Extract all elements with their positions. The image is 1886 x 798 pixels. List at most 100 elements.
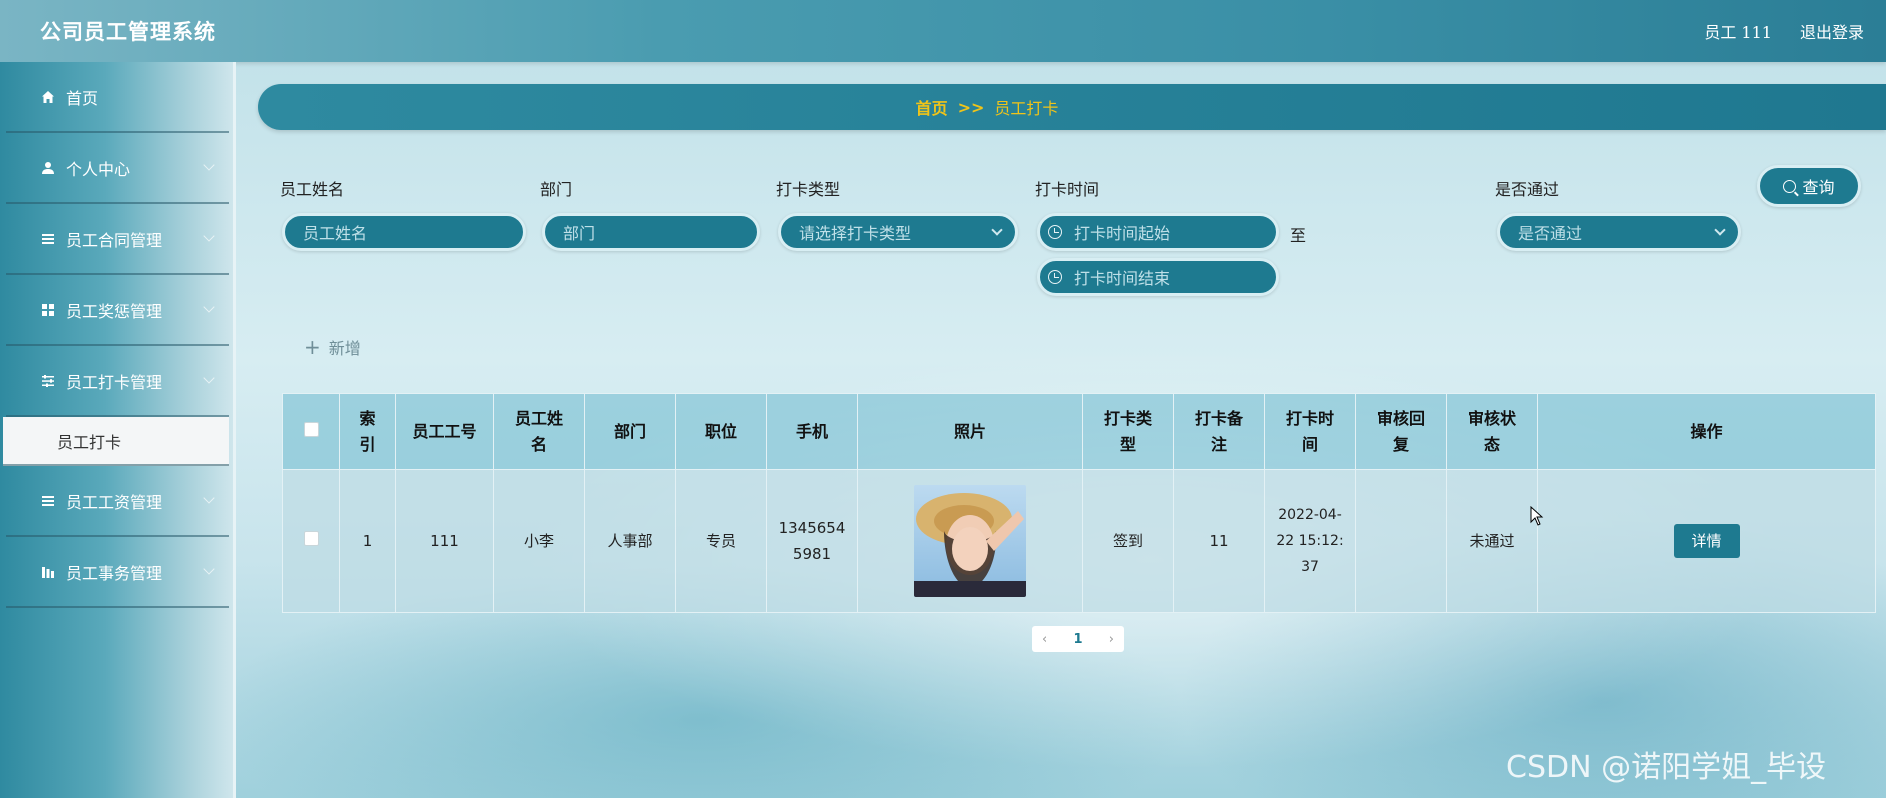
top-bar: 公司员工管理系统 员工 111 退出登录 bbox=[0, 0, 1886, 62]
cell-remark: 11 bbox=[1173, 469, 1265, 613]
select-all-checkbox[interactable] bbox=[303, 421, 319, 437]
table-row: 1 111 小李 人事部 专员 13456545981 签到 11 2022-0… bbox=[282, 469, 1876, 613]
breadcrumb: 首页 >> 员工打卡 bbox=[258, 84, 1886, 130]
list-icon bbox=[40, 493, 56, 509]
time-start-picker[interactable]: 打卡时间起始 bbox=[1037, 213, 1279, 251]
mouse-cursor-icon bbox=[1530, 506, 1544, 526]
column-header[interactable]: 手机 bbox=[766, 393, 858, 470]
add-button[interactable]: + 新增 bbox=[304, 335, 361, 359]
passed-placeholder: 是否通过 bbox=[1518, 224, 1583, 243]
sidebar-item-affairs[interactable]: 员工事务管理 bbox=[6, 537, 229, 608]
chevron-down-icon bbox=[203, 492, 215, 504]
time-start-placeholder: 打卡时间起始 bbox=[1074, 224, 1171, 243]
prev-page-button[interactable]: ‹ bbox=[1042, 632, 1047, 647]
cell-actions: 详情 bbox=[1537, 469, 1876, 613]
clock-icon bbox=[1048, 225, 1062, 239]
sidebar-item-checkin-mgmt[interactable]: 员工打卡管理 bbox=[6, 346, 229, 417]
page-number[interactable]: 1 bbox=[1073, 632, 1082, 647]
sidebar-item-label: 员工奖惩管理 bbox=[66, 301, 163, 321]
sidebar-item-label: 个人中心 bbox=[66, 159, 131, 179]
dept-search-placeholder: 部门 bbox=[563, 224, 596, 243]
column-header[interactable]: 职位 bbox=[675, 393, 767, 470]
search-button[interactable]: 查询 bbox=[1757, 165, 1861, 207]
grid-icon bbox=[40, 302, 56, 318]
breadcrumb-home[interactable]: 首页 bbox=[916, 95, 948, 119]
cell-name: 小李 bbox=[493, 469, 585, 613]
chevron-down-icon bbox=[991, 224, 1003, 236]
dept-filter-label: 部门 bbox=[540, 180, 573, 199]
sidebar-subitem-checkin[interactable]: 员工打卡 bbox=[3, 417, 229, 466]
chevron-down-icon bbox=[203, 230, 215, 242]
name-filter-label: 员工姓名 bbox=[280, 180, 345, 199]
cell-position: 专员 bbox=[675, 469, 767, 613]
chevron-down-icon bbox=[203, 563, 215, 575]
sidebar-item-reward[interactable]: 员工奖惩管理 bbox=[6, 275, 229, 346]
sidebar-item-label: 员工事务管理 bbox=[66, 563, 163, 583]
column-header[interactable]: 员工工号 bbox=[395, 393, 494, 470]
sidebar-item-label: 首页 bbox=[66, 88, 99, 108]
sliders-icon bbox=[40, 373, 56, 389]
row-checkbox[interactable] bbox=[303, 531, 319, 546]
table-header-row: 索引 员工工号 员工姓名 部门 职位 手机 照片 打卡类型 打卡备注 打卡时间 … bbox=[282, 393, 1876, 470]
topbar-right: 员工 111 退出登录 bbox=[1704, 19, 1864, 43]
sidebar-item-label: 员工工资管理 bbox=[66, 492, 163, 512]
cell-photo bbox=[857, 469, 1083, 613]
breadcrumb-separator: >> bbox=[957, 97, 985, 117]
time-end-picker[interactable]: 打卡时间结束 bbox=[1037, 258, 1279, 296]
row-select-cell bbox=[282, 469, 340, 613]
column-header[interactable]: 打卡类型 bbox=[1082, 393, 1174, 470]
time-end-placeholder: 打卡时间结束 bbox=[1074, 269, 1171, 288]
type-filter-label: 打卡类型 bbox=[776, 180, 841, 199]
column-header: 操作 bbox=[1537, 393, 1876, 470]
add-button-label: 新增 bbox=[328, 339, 361, 358]
column-header[interactable]: 审核状态 bbox=[1446, 393, 1538, 470]
select-all-cell bbox=[282, 393, 340, 470]
column-header[interactable]: 打卡备注 bbox=[1173, 393, 1265, 470]
cell-reply bbox=[1355, 469, 1447, 613]
sidebar-item-home[interactable]: 首页 bbox=[6, 62, 229, 133]
chevron-down-icon bbox=[203, 372, 215, 384]
next-page-button[interactable]: › bbox=[1109, 632, 1114, 647]
plus-icon: + bbox=[304, 335, 321, 359]
cell-index: 1 bbox=[339, 469, 396, 613]
clock-icon bbox=[1048, 270, 1062, 284]
checkin-table: 索引 员工工号 员工姓名 部门 职位 手机 照片 打卡类型 打卡备注 打卡时间 … bbox=[282, 393, 1876, 613]
sidebar-item-salary[interactable]: 员工工资管理 bbox=[6, 466, 229, 537]
column-header[interactable]: 打卡时间 bbox=[1264, 393, 1356, 470]
checkin-type-placeholder: 请选择打卡类型 bbox=[799, 224, 912, 243]
current-user: 员工 111 bbox=[1704, 23, 1772, 42]
chevron-down-icon bbox=[203, 159, 215, 171]
column-header[interactable]: 审核回复 bbox=[1355, 393, 1447, 470]
sidebar-item-label: 员工打卡管理 bbox=[66, 372, 163, 392]
sidebar-item-personal-center[interactable]: 个人中心 bbox=[6, 133, 229, 204]
passed-select[interactable]: 是否通过 bbox=[1497, 213, 1741, 251]
column-header[interactable]: 索引 bbox=[339, 393, 396, 470]
pagination: ‹ 1 › bbox=[1032, 626, 1124, 652]
user-icon bbox=[40, 160, 56, 176]
column-header[interactable]: 照片 bbox=[857, 393, 1083, 470]
sidebar-item-contract[interactable]: 员工合同管理 bbox=[6, 204, 229, 275]
employee-photo[interactable] bbox=[914, 485, 1026, 597]
name-search-input[interactable]: 员工姓名 bbox=[282, 213, 526, 251]
sidebar: 首页 个人中心 员工合同管理 员工奖惩管理 员工打卡管理 员工打卡 员工工资管理 bbox=[0, 62, 236, 798]
app-title: 公司员工管理系统 bbox=[40, 19, 216, 44]
name-search-placeholder: 员工姓名 bbox=[303, 224, 368, 243]
cell-status: 未通过 bbox=[1446, 469, 1538, 613]
breadcrumb-current: 员工打卡 bbox=[994, 99, 1059, 118]
column-header[interactable]: 部门 bbox=[584, 393, 676, 470]
cell-phone: 13456545981 bbox=[766, 469, 858, 613]
cell-time: 2022-04-22 15:12:37 bbox=[1264, 469, 1356, 613]
detail-button[interactable]: 详情 bbox=[1673, 524, 1740, 558]
sidebar-item-label: 员工合同管理 bbox=[66, 230, 163, 250]
dept-search-input[interactable]: 部门 bbox=[542, 213, 760, 251]
search-icon bbox=[1783, 179, 1797, 193]
column-header[interactable]: 员工姓名 bbox=[493, 393, 585, 470]
search-button-label: 查询 bbox=[1802, 178, 1835, 197]
checkin-type-select[interactable]: 请选择打卡类型 bbox=[778, 213, 1018, 251]
cell-checkin-type: 签到 bbox=[1082, 469, 1174, 613]
passed-filter-label: 是否通过 bbox=[1495, 180, 1560, 199]
chevron-down-icon bbox=[1714, 224, 1726, 236]
watermark: CSDN @诺阳学姐_毕设 bbox=[1506, 750, 1827, 785]
list-icon bbox=[40, 231, 56, 247]
logout-link[interactable]: 退出登录 bbox=[1800, 19, 1864, 43]
